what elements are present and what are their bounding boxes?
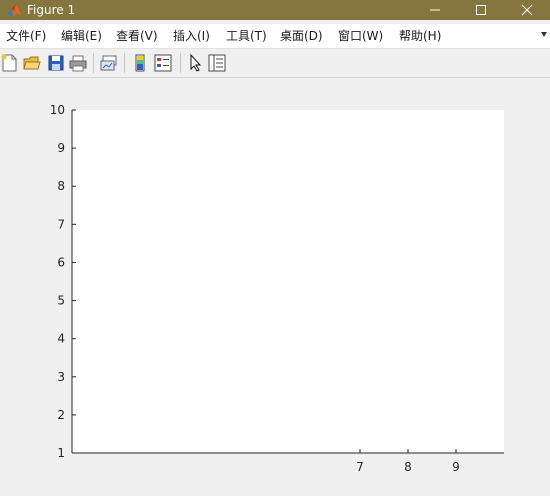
link-plot-button[interactable]: [99, 53, 119, 73]
figure-toolbar: [0, 49, 550, 78]
menu-help[interactable]: 帮助(H): [399, 29, 441, 43]
y-tick-label: 7: [57, 217, 65, 231]
menu-bar: 文件(F) 编辑(E) 查看(V) 插入(I) 工具(T) 桌面(D) 窗口(W…: [0, 24, 550, 49]
maximize-icon: [476, 5, 486, 15]
new-figure-icon: [1, 54, 17, 72]
menu-tools[interactable]: 工具(T): [226, 29, 267, 43]
y-tick-label: 9: [57, 141, 65, 155]
minimize-icon: [430, 9, 440, 11]
menu-window[interactable]: 窗口(W): [338, 29, 383, 43]
open-file-button[interactable]: [22, 53, 42, 73]
y-tick-label: 5: [57, 294, 65, 308]
property-inspector-icon: [208, 54, 226, 72]
plot-area[interactable]: [72, 110, 504, 453]
x-tick-label: 9: [452, 460, 460, 474]
y-tick-label: 1: [57, 446, 65, 460]
y-tick-label: 8: [57, 179, 65, 193]
y-tick-label: 6: [57, 255, 65, 269]
maximize-button[interactable]: [458, 0, 504, 20]
menu-overflow-arrow-icon[interactable]: [540, 30, 548, 40]
axes[interactable]: 1 2 3 4 5 6 7 8 9 10 7 8 9: [0, 78, 550, 496]
print-button[interactable]: [68, 53, 88, 73]
edit-plot-button[interactable]: [186, 53, 206, 73]
y-tick-label: 3: [57, 370, 65, 384]
menu-desktop[interactable]: 桌面(D): [280, 29, 323, 43]
x-tick-label: 7: [356, 460, 364, 474]
edit-plot-pointer-icon: [190, 53, 202, 72]
legend-button[interactable]: [153, 53, 173, 73]
matlab-logo-icon: [7, 4, 21, 17]
toolbar-separator: [124, 53, 125, 73]
colorbar-icon: [135, 54, 145, 72]
menu-edit[interactable]: 编辑(E): [61, 29, 102, 43]
menu-insert[interactable]: 插入(I): [173, 29, 210, 43]
colorbar-button[interactable]: [130, 53, 150, 73]
window-title: Figure 1: [27, 3, 76, 17]
figure-canvas: 1 2 3 4 5 6 7 8 9 10 7 8 9: [0, 78, 550, 496]
window-title-bar[interactable]: Figure 1: [0, 0, 550, 20]
y-tick-label: 4: [57, 332, 65, 346]
close-button[interactable]: [504, 0, 550, 20]
toolbar-separator: [180, 53, 181, 73]
menu-view[interactable]: 查看(V): [116, 29, 158, 43]
property-inspector-button[interactable]: [207, 53, 227, 73]
print-icon: [69, 55, 87, 72]
menu-file[interactable]: 文件(F): [6, 29, 46, 43]
x-tick-label: 8: [404, 460, 412, 474]
y-tick-label: 10: [50, 103, 65, 117]
y-tick-label: 2: [57, 408, 65, 422]
save-icon: [48, 55, 64, 71]
toolbar-separator: [93, 53, 94, 73]
new-figure-button[interactable]: [0, 53, 20, 73]
open-file-icon: [23, 56, 41, 70]
close-icon: [521, 4, 533, 16]
save-button[interactable]: [46, 53, 66, 73]
link-plot-icon: [100, 55, 117, 71]
legend-icon: [154, 54, 172, 72]
minimize-button[interactable]: [412, 0, 458, 20]
